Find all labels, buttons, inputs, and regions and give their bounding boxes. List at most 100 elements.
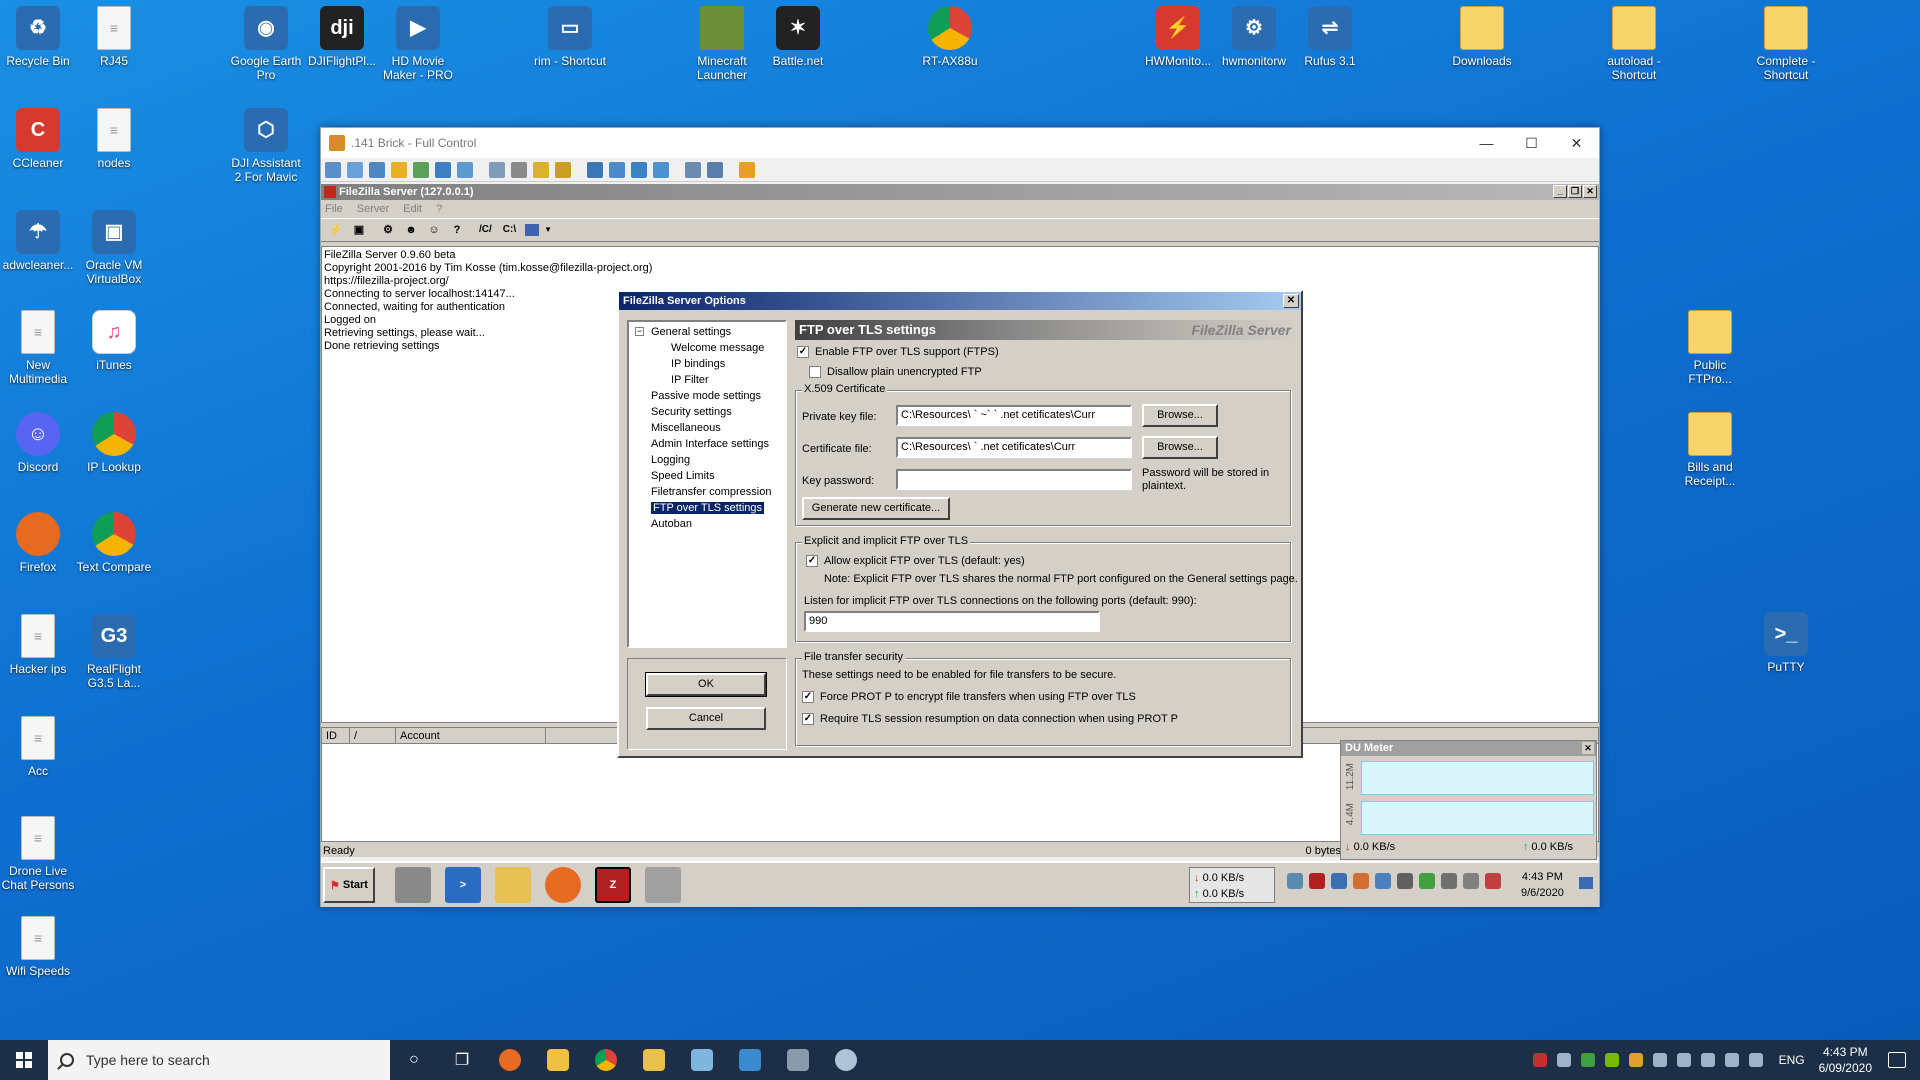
desktop-icon[interactable]: G3 RealFlight G3.5 La... [76, 614, 152, 690]
maximize-button[interactable]: ☐ [1509, 135, 1554, 152]
shield-icon[interactable] [1652, 1053, 1667, 1067]
firefox-taskbar-icon[interactable] [486, 1040, 534, 1080]
tray-icon-10[interactable] [1485, 873, 1501, 889]
fullscreen-icon[interactable] [609, 161, 625, 178]
transfer-icon[interactable] [413, 161, 429, 178]
window-icon[interactable] [587, 161, 603, 178]
copy-icon[interactable] [685, 161, 701, 178]
lock-icon[interactable]: ▣ [350, 221, 368, 239]
col-account[interactable]: Account [396, 728, 546, 743]
mail-icon[interactable] [630, 1040, 678, 1080]
tree-item[interactable]: Speed Limits [629, 468, 785, 484]
task-view-icon[interactable]: ❐ [438, 1040, 486, 1080]
tray-green-icon[interactable] [1580, 1053, 1595, 1067]
disallow-plain-box[interactable] [809, 366, 821, 378]
desktop-icon[interactable]: ≡ nodes [76, 108, 152, 170]
allow-explicit-box[interactable]: ✓ [806, 555, 818, 567]
desktop-icon[interactable]: ⇌ Rufus 3.1 [1292, 6, 1368, 68]
menu-edit[interactable]: Edit [403, 203, 422, 215]
desktop-icon[interactable]: ≡ Acc [0, 716, 76, 778]
tree-item[interactable]: Logging [629, 452, 785, 468]
screen-icon[interactable] [325, 161, 341, 178]
desktop-icon[interactable]: ♫ iTunes [76, 310, 152, 372]
tray-icon-5[interactable] [1375, 873, 1391, 889]
clock-icon[interactable] [391, 161, 407, 178]
network-tray-icon[interactable] [1724, 1053, 1739, 1067]
desktop-icon[interactable]: autoload - Shortcut [1596, 6, 1672, 82]
system-clock[interactable]: 4:43 PM 6/09/2020 [1819, 1044, 1872, 1076]
windows-path-button[interactable]: C:\ [503, 221, 516, 239]
volume-muted-icon[interactable] [1748, 1053, 1763, 1067]
server-manager-icon[interactable] [395, 867, 431, 903]
du-meter-close-icon[interactable]: ✕ [1582, 742, 1594, 754]
users-icon[interactable] [511, 161, 527, 178]
certificate-input[interactable]: C:\Resources\ ` .net cetificates\Curr [896, 437, 1132, 458]
tray-app-icon[interactable] [1532, 1053, 1547, 1067]
key-password-input[interactable] [896, 469, 1132, 490]
speaker-icon[interactable] [1397, 873, 1413, 889]
monitor-icon[interactable] [347, 161, 363, 178]
remote-clock[interactable]: 4:43 PM 9/6/2020 [1521, 869, 1564, 901]
desktop-icon[interactable]: ≡ New Multimedia [0, 310, 76, 386]
desktop-icon[interactable]: Complete - Shortcut [1748, 6, 1824, 82]
desktop-icon[interactable]: ≡ Drone Live Chat Persons [0, 816, 76, 892]
tree-item[interactable]: − General settings [629, 324, 785, 340]
tray-icon-4[interactable] [1353, 873, 1369, 889]
firefox-icon[interactable] [545, 867, 581, 903]
chat-icon[interactable] [369, 161, 385, 178]
tree-item[interactable]: IP Filter [629, 372, 785, 388]
desktop-icon[interactable]: >_ PuTTY [1748, 612, 1824, 674]
desktop-icon[interactable]: Firefox [0, 512, 76, 574]
tree-item[interactable]: IP bindings [629, 356, 785, 372]
menu-file[interactable]: File [325, 203, 343, 215]
dialog-titlebar[interactable]: FileZilla Server Options ✕ [619, 292, 1301, 310]
key-icon[interactable] [555, 161, 571, 178]
desktop-icon[interactable]: Downloads [1444, 6, 1520, 68]
desktop-icon[interactable]: ⚡ HWMonito... [1140, 6, 1216, 68]
help-icon[interactable]: ? [448, 221, 466, 239]
notification-icon[interactable] [1888, 1052, 1906, 1068]
require-resumption-checkbox[interactable]: ✓ Require TLS session resumption on data… [802, 713, 1178, 725]
chevron-down-icon[interactable]: ▼ [544, 221, 552, 239]
settings-icon[interactable]: ⚙ [379, 221, 397, 239]
language-indicator[interactable]: ENG [1779, 1053, 1805, 1067]
message-icon[interactable] [457, 161, 473, 178]
lightning-icon[interactable]: ⚡ [327, 221, 345, 239]
desktop-icon[interactable]: ⚙ hwmonitorw [1216, 6, 1292, 68]
network-icon[interactable] [1463, 873, 1479, 889]
desktop-icon[interactable]: ≡ Hacker ips [0, 614, 76, 676]
desktop-icon[interactable]: dji DJIFlightPl... [304, 6, 380, 68]
notepad-icon[interactable] [678, 1040, 726, 1080]
tree-item[interactable]: Miscellaneous [629, 420, 785, 436]
force-prot-p-box[interactable]: ✓ [802, 691, 814, 703]
du-meter-titlebar[interactable]: DU Meter ✕ [1341, 741, 1596, 756]
tray-icon-7[interactable] [1419, 873, 1435, 889]
desktop-icon[interactable]: ▭ rim - Shortcut [532, 6, 608, 68]
chrome-taskbar-icon[interactable] [582, 1040, 630, 1080]
allow-explicit-checkbox[interactable]: ✓ Allow explicit FTP over TLS (default: … [806, 555, 1025, 567]
cortana-icon[interactable]: ○ [390, 1040, 438, 1080]
force-prot-p-checkbox[interactable]: ✓ Force PROT P to encrypt file transfers… [802, 691, 1136, 703]
desktop-icon[interactable]: ☺ Discord [0, 412, 76, 474]
device-icon[interactable] [645, 867, 681, 903]
dialog-close-icon[interactable]: ✕ [1283, 294, 1299, 308]
tree-item[interactable]: Welcome message [629, 340, 785, 356]
nvidia-icon[interactable] [1604, 1053, 1619, 1067]
phone-icon[interactable] [435, 161, 451, 178]
desktop-icon[interactable]: ⬡ DJI Assistant 2 For Mavic [228, 108, 304, 184]
require-resumption-box[interactable]: ✓ [802, 713, 814, 725]
tools-icon[interactable] [707, 161, 723, 178]
enable-tls-box[interactable]: ✓ [797, 346, 809, 358]
fz-close-button[interactable]: ✕ [1583, 185, 1597, 198]
calculator-icon[interactable] [774, 1040, 822, 1080]
menu-server[interactable]: Server [357, 203, 389, 215]
lock-icon[interactable] [533, 161, 549, 178]
flag-icon[interactable] [1441, 873, 1457, 889]
search-box[interactable]: Type here to search [48, 1040, 390, 1080]
explorer-icon[interactable] [495, 867, 531, 903]
desktop-icon[interactable]: ≡ RJ45 [76, 6, 152, 68]
desktop-icon[interactable]: ▶ HD Movie Maker - PRO [380, 6, 456, 82]
refresh-icon[interactable] [653, 161, 669, 178]
enable-tls-checkbox[interactable]: ✓ Enable FTP over TLS support (FTPS) [797, 346, 999, 358]
group-icon[interactable]: ☺ [425, 221, 443, 239]
